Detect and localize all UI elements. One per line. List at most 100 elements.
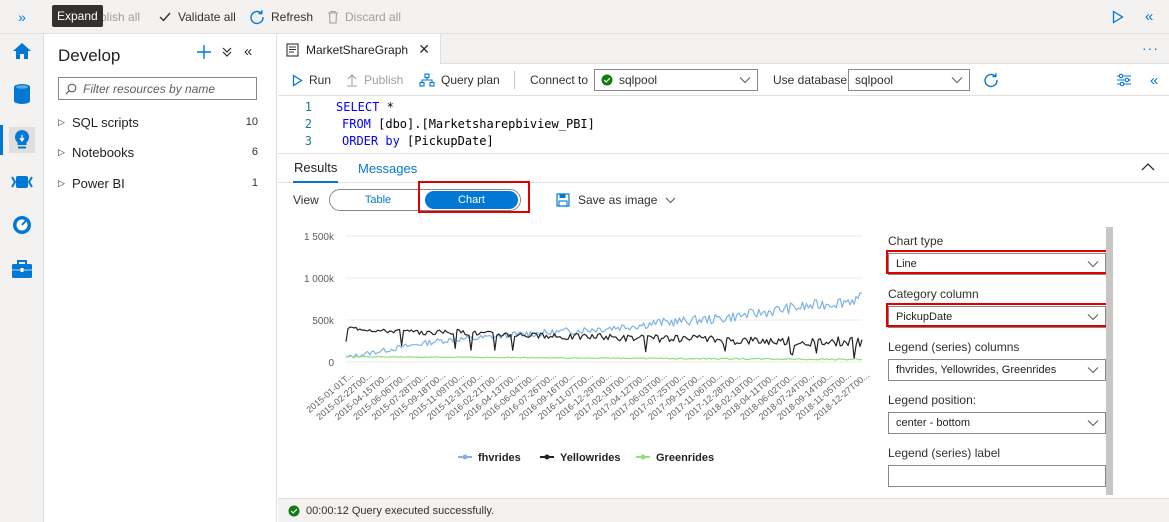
add-resource-button[interactable] bbox=[196, 44, 212, 63]
home-nav-button[interactable] bbox=[9, 38, 35, 64]
code-text: * bbox=[379, 99, 394, 114]
properties-button[interactable] bbox=[1116, 64, 1132, 96]
use-database-dropdown[interactable]: sqlpool bbox=[848, 69, 970, 91]
discard-all-button[interactable]: Discard all bbox=[327, 0, 401, 34]
left-nav-rail bbox=[0, 34, 44, 522]
code-text: [dbo].[Marketsharepbiview_PBI] bbox=[370, 116, 595, 131]
tree-item-notebooks[interactable]: ▷ Notebooks 6 bbox=[58, 141, 258, 163]
validate-all-label: Validate all bbox=[178, 10, 236, 24]
double-chevron-down-icon bbox=[222, 47, 232, 57]
home-icon bbox=[13, 43, 31, 59]
refresh-button[interactable]: Refresh bbox=[249, 0, 313, 34]
tab-marketsharegraph[interactable]: MarketShareGraph ✕ bbox=[278, 34, 441, 65]
publish-button[interactable]: Publish bbox=[346, 64, 403, 96]
collapse-toolbar-button[interactable]: « bbox=[1150, 64, 1158, 96]
tree-item-label: Notebooks bbox=[72, 144, 135, 160]
develop-panel: Develop « Filter resources by name ▷ SQL… bbox=[44, 34, 277, 522]
legend-series-label-label: Legend (series) label bbox=[888, 446, 1001, 460]
double-chevron-right-icon: » bbox=[18, 9, 26, 25]
lightbulb-icon bbox=[14, 129, 30, 149]
highlight-box bbox=[886, 250, 1108, 274]
integrate-nav-button[interactable] bbox=[9, 169, 35, 195]
selected-nav-indicator bbox=[0, 125, 3, 155]
play-icon bbox=[1112, 10, 1124, 24]
legend-marker bbox=[544, 454, 550, 460]
chart-type-label: Chart type bbox=[888, 234, 944, 248]
save-as-image-label: Save as image bbox=[578, 193, 658, 207]
upload-icon bbox=[347, 74, 357, 87]
toolbox-icon bbox=[12, 260, 32, 278]
highlight-box bbox=[886, 303, 1108, 327]
y-tick-label: 1 000k bbox=[304, 274, 335, 285]
code-keyword: FROM bbox=[342, 116, 371, 131]
expand-rail-button[interactable]: » bbox=[0, 0, 44, 34]
chart-settings-panel: Chart type Line Category column PickupDa… bbox=[880, 216, 1120, 498]
expand-tooltip: Expand bbox=[52, 5, 103, 27]
chevron-up-icon bbox=[1141, 163, 1155, 171]
caret-right-icon: ▷ bbox=[58, 116, 65, 127]
code-line: 3 ORDER by [PickupDate] bbox=[278, 132, 494, 149]
close-icon[interactable]: ✕ bbox=[418, 41, 430, 58]
legend-position-label: Legend position: bbox=[888, 393, 977, 407]
series-line-greenrides bbox=[345, 355, 863, 361]
legend-series-columns-dropdown[interactable]: fhvrides, Yellowrides, Greenrides bbox=[888, 359, 1106, 381]
code-line: 2 FROM [dbo].[Marketsharepbiview_PBI] bbox=[278, 115, 595, 132]
tab-results[interactable]: Results bbox=[293, 154, 339, 183]
category-column-label: Category column bbox=[888, 287, 979, 301]
refresh-database-button[interactable] bbox=[983, 64, 999, 96]
monitor-nav-button[interactable] bbox=[9, 212, 35, 238]
connect-to-dropdown[interactable]: sqlpool bbox=[594, 69, 758, 91]
tree-item-power-bi[interactable]: ▷ Power BI 1 bbox=[58, 172, 258, 194]
collapse-develop-button[interactable]: « bbox=[244, 43, 252, 60]
legend-marker bbox=[640, 454, 646, 460]
filter-resources-input[interactable]: Filter resources by name bbox=[58, 77, 257, 100]
legend-series-label-input[interactable] bbox=[888, 465, 1106, 487]
publish-label: Publish bbox=[364, 73, 404, 87]
develop-nav-button[interactable] bbox=[9, 127, 35, 153]
manage-nav-button[interactable] bbox=[9, 256, 35, 282]
line-number: 3 bbox=[304, 133, 312, 148]
code-text: [PickupDate] bbox=[399, 133, 494, 148]
more-tabs-button[interactable]: ··· bbox=[1142, 40, 1159, 56]
query-plan-button[interactable]: Query plan bbox=[419, 64, 500, 96]
save-as-image-button[interactable]: Save as image bbox=[556, 190, 676, 210]
hierarchy-icon bbox=[419, 73, 435, 87]
tab-messages[interactable]: Messages bbox=[358, 154, 417, 183]
legend-position-dropdown[interactable]: center - bottom bbox=[888, 412, 1106, 434]
database-icon bbox=[14, 84, 30, 104]
code-line: 1 SELECT * bbox=[278, 98, 394, 115]
view-toolbar: View Table Chart Save as image bbox=[278, 181, 1169, 216]
caret-right-icon: ▷ bbox=[58, 177, 65, 188]
editor-tabstrip: MarketShareGraph ✕ ··· bbox=[278, 34, 1169, 65]
play-icon bbox=[292, 73, 303, 87]
data-nav-button[interactable] bbox=[9, 81, 35, 107]
line-chart: 0500k1 000k1 500k 2015-01-01T...2015-02-… bbox=[304, 232, 871, 464]
refresh-label: Refresh bbox=[271, 10, 314, 24]
publish-all-button[interactable]: blish all bbox=[100, 0, 140, 34]
sql-code-editor[interactable]: 1 SELECT * 2 FROM [dbo].[Marketsharepbiv… bbox=[278, 97, 1169, 153]
discard-all-label: Discard all bbox=[345, 10, 402, 24]
double-chevron-left-icon: « bbox=[1150, 71, 1159, 89]
y-tick-label: 500k bbox=[312, 316, 335, 327]
legend-label: fhvrides bbox=[478, 452, 521, 464]
validate-all-button[interactable]: Validate all bbox=[158, 0, 236, 34]
chevron-down-icon bbox=[739, 77, 751, 84]
develop-title: Develop bbox=[58, 46, 121, 65]
caret-right-icon: ▷ bbox=[58, 146, 65, 157]
check-circle-icon bbox=[601, 74, 613, 86]
refresh-icon bbox=[250, 10, 264, 25]
settings-scrollbar[interactable] bbox=[1106, 227, 1113, 495]
view-label: View bbox=[293, 193, 319, 207]
collapse-all-button[interactable] bbox=[221, 46, 233, 61]
double-chevron-left-icon: « bbox=[1145, 8, 1154, 25]
legend-position-value: center - bottom bbox=[896, 417, 970, 429]
collapse-results-button[interactable] bbox=[1141, 160, 1155, 174]
chevron-down-icon bbox=[666, 197, 676, 203]
toggle-table[interactable]: Table bbox=[330, 190, 426, 210]
run-pipeline-button[interactable] bbox=[1112, 10, 1124, 27]
collapse-panel-button[interactable]: « bbox=[1145, 8, 1153, 25]
legend-series-columns-value: fhvrides, Yellowrides, Greenrides bbox=[896, 364, 1057, 376]
tree-item-label: SQL scripts bbox=[72, 114, 139, 130]
run-button[interactable]: Run bbox=[292, 64, 331, 96]
tree-item-sql-scripts[interactable]: ▷ SQL scripts 10 bbox=[58, 111, 258, 133]
